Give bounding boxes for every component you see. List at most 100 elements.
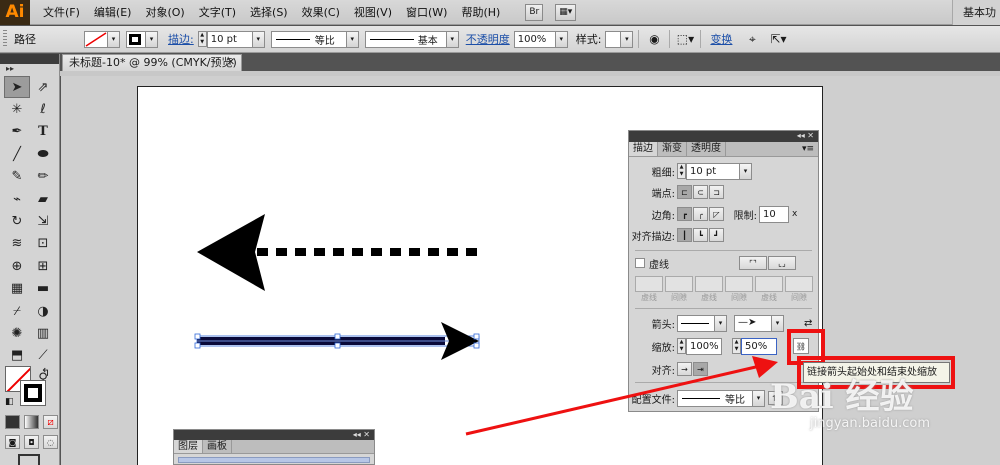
bridge-button[interactable]: Br [525, 3, 544, 21]
selection-handle[interactable] [334, 333, 341, 340]
dash-2-field[interactable] [695, 276, 723, 292]
eyedropper-tool-icon[interactable]: ⌿ [4, 300, 30, 322]
perspective-grid-tool-icon[interactable]: ⊞ [30, 255, 56, 277]
limit-field[interactable]: 10 [759, 205, 789, 223]
column-graph-tool-icon[interactable]: ▥ [30, 322, 56, 344]
default-fill-stroke-icon[interactable]: ◧ [5, 397, 14, 407]
dashed-checkbox[interactable] [635, 258, 645, 268]
stroke-color-dropdown[interactable]: ▾ [146, 30, 158, 48]
tab-layers[interactable]: 图层 [174, 440, 203, 453]
none-mode-icon[interactable]: ⧄ [43, 415, 58, 429]
workspace-switcher[interactable]: 基本功 [952, 0, 1000, 25]
recolor-artwork-icon[interactable]: ◉ [644, 30, 664, 48]
draw-behind-icon[interactable]: ◘ [24, 435, 39, 449]
close-document-icon[interactable]: ✕ [227, 55, 235, 71]
end-arrowhead-field[interactable]: —➤ [734, 314, 772, 332]
panel-menu-icon[interactable]: ▾≡ [802, 142, 814, 156]
shape-builder-tool-icon[interactable]: ⊕ [4, 255, 30, 277]
selected-arrow[interactable] [194, 322, 480, 360]
mesh-tool-icon[interactable]: ▦ [4, 278, 30, 300]
opacity-field[interactable]: 100% [513, 30, 556, 48]
brush-dropdown[interactable]: ▾ [446, 30, 459, 48]
selection-handle[interactable] [473, 342, 480, 349]
start-arrowhead-dropdown[interactable]: ▾ [715, 314, 727, 332]
document-tab[interactable]: 未标题-10* @ 99% (CMYK/预览) ✕ [62, 54, 242, 71]
dash-1-field[interactable] [635, 276, 663, 292]
weight-spinner[interactable]: ▲ ▼ [677, 163, 686, 179]
stroke-swatch[interactable] [126, 30, 146, 48]
align-inside-button[interactable]: ┗ [693, 228, 708, 242]
miter-join-button[interactable]: ┏ [677, 207, 692, 221]
swap-fill-stroke-icon[interactable]: ↰ [41, 366, 50, 379]
dash-3-field[interactable] [755, 276, 783, 292]
slice-tool-icon[interactable]: ⟋ [30, 345, 56, 367]
tools-collapse-icon[interactable]: ▸▸ [6, 64, 14, 73]
brush-definition[interactable]: 基本 [364, 30, 447, 48]
direct-selection-tool-icon[interactable]: ⇗ [30, 76, 56, 98]
paintbrush-tool-icon[interactable]: ✎ [4, 166, 30, 188]
menu-window[interactable]: 窗口(W) [399, 0, 454, 25]
dash-preserve-button[interactable]: ⌜⌝ [739, 256, 767, 270]
magic-wand-tool-icon[interactable]: ✳ [4, 98, 30, 120]
align-outside-button[interactable]: ┛ [709, 228, 724, 242]
selection-handle[interactable] [194, 333, 201, 340]
menu-effect[interactable]: 效果(C) [295, 0, 347, 25]
fill-swatch[interactable] [84, 30, 108, 48]
tab-stroke[interactable]: 描边 [629, 142, 658, 156]
control-bar-menu-icon[interactable]: ⇱▾ [768, 30, 788, 48]
selection-handle[interactable] [473, 333, 480, 340]
rotate-tool-icon[interactable]: ↻ [4, 210, 30, 232]
layers-panel-titlebar[interactable]: ◂◂ ✕ [174, 430, 374, 440]
align-center-button[interactable]: ┃ [677, 228, 692, 242]
type-tool-icon[interactable]: T [30, 121, 56, 143]
menu-file[interactable]: 文件(F) [36, 0, 87, 25]
align-options-icon[interactable]: ⬚▾ [675, 30, 695, 48]
butt-cap-button[interactable]: ⊏ [677, 185, 692, 199]
end-arrowhead-dropdown[interactable]: ▾ [772, 314, 784, 332]
fill-dropdown[interactable]: ▾ [108, 30, 120, 48]
graphic-style-dropdown[interactable]: ▾ [621, 30, 634, 48]
warp-tool-icon[interactable]: ≋ [4, 233, 30, 255]
stroke-weight-field[interactable]: 10 pt [206, 30, 253, 48]
scale-tool-icon[interactable]: ⇲ [30, 210, 56, 232]
round-join-button[interactable]: ╭ [693, 207, 708, 221]
line-tool-icon[interactable]: ╱ [4, 143, 30, 165]
draw-normal-icon[interactable]: ◙ [5, 435, 20, 449]
gap-1-field[interactable] [665, 276, 693, 292]
pen-tool-icon[interactable]: ✒ [4, 121, 30, 143]
weight-field[interactable]: 10 pt [686, 162, 740, 180]
bevel-join-button[interactable]: ◸ [709, 207, 724, 221]
transform-link[interactable]: 变换 [706, 31, 736, 47]
menu-edit[interactable]: 编辑(E) [87, 0, 139, 25]
lasso-tool-icon[interactable]: ℓ [30, 98, 56, 120]
selection-tool-icon[interactable]: ➤ [4, 76, 30, 99]
menu-object[interactable]: 对象(O) [138, 0, 191, 25]
color-mode-icon[interactable] [5, 415, 20, 429]
artboard-tool-icon[interactable]: ⬒ [4, 345, 30, 367]
weight-dropdown[interactable]: ▾ [740, 162, 752, 180]
dashed-arrow[interactable] [197, 214, 477, 291]
round-cap-button[interactable]: ⊂ [693, 185, 708, 199]
menu-view[interactable]: 视图(V) [347, 0, 399, 25]
menu-type[interactable]: 文字(T) [192, 0, 243, 25]
tab-artboards[interactable]: 画板 [203, 440, 232, 453]
graphic-style-swatch[interactable] [605, 30, 622, 48]
layer-row[interactable] [178, 457, 370, 463]
free-transform-tool-icon[interactable]: ⊡ [30, 233, 56, 255]
ellipse-tool-icon[interactable]: ⬬ [30, 143, 56, 165]
tab-transparency[interactable]: 透明度 [687, 142, 726, 156]
pencil-tool-icon[interactable]: ✏ [30, 166, 56, 188]
menu-select[interactable]: 选择(S) [243, 0, 295, 25]
selection-handle[interactable] [334, 342, 341, 349]
blend-tool-icon[interactable]: ◑ [30, 300, 56, 322]
menu-help[interactable]: 帮助(H) [454, 0, 507, 25]
stroke-weight-dropdown[interactable]: ▾ [252, 30, 265, 48]
stroke-weight-spinner[interactable]: ▲ ▼ [197, 31, 207, 47]
opacity-link[interactable]: 不透明度 [462, 31, 514, 47]
stroke-panel-titlebar[interactable]: ◂◂ ✕ [629, 131, 818, 142]
draw-inside-icon[interactable]: ◌ [43, 435, 58, 449]
gradient-tool-icon[interactable]: ▬ [30, 278, 56, 300]
swap-arrowheads-icon[interactable]: ⇄ [804, 318, 812, 329]
tab-gradient[interactable]: 渐变 [658, 142, 687, 156]
profile-dropdown[interactable]: ▾ [346, 30, 359, 48]
